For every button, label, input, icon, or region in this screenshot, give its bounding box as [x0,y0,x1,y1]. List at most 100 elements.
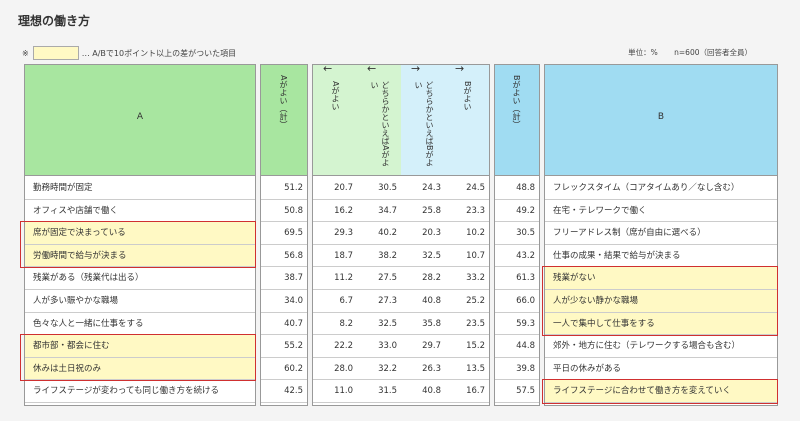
value-a-total: 60.2 [261,358,307,381]
value-cell: 22.2 [313,335,357,358]
value-cell: 6.7 [313,290,357,313]
value-cell: 25.2 [445,290,489,313]
value-cell: 29.7 [401,335,445,358]
value-cell: 34.7 [357,200,401,223]
units-note: 単位：% n=600（回答者全員） [614,47,752,58]
value-cell: 24.5 [445,177,489,200]
row-label-b: 郊外・地方に住む（テレワークする場合も含む） [545,335,777,358]
value-cell: 40.8 [401,380,445,403]
value-cell: 40.8 [401,290,445,313]
value-a-total: 55.2 [261,335,307,358]
header-a-label: A [136,112,144,122]
legend-prefix: ※ [22,48,29,58]
arrow-left-icon: ← [367,62,377,75]
value-cell: 33.0 [357,335,401,358]
chart-title: 理想の働き方 [18,14,91,28]
value-cell: 28.0 [313,358,357,381]
sample-size: n=600（回答者全員） [674,48,752,57]
header-a-total-text: Aがよい（計） [279,75,288,129]
header-col-b: → Bがよい [445,62,489,175]
legend-highlight-swatch [32,46,79,60]
row-label-a: 勤務時間が固定 [25,177,255,200]
header-col-lean-a: ← どちらかといえばAがよい [357,62,401,175]
value-b-total: 59.3 [495,313,539,336]
column-a: A 勤務時間が固定 オフィスや店舗で働く 席が固定で決まっている 労働時間で給与が決ま… [24,64,256,406]
header-middle: ← Aがよい ← どちらかといえばAがよい → どちらかといえばBがよい → B… [313,62,489,176]
header-a: A [25,65,255,176]
value-a-total: 56.8 [261,245,307,268]
value-cell: 33.2 [445,267,489,290]
legend-text: … A/Bで10ポイント以上の差がついた項目 [81,48,237,58]
value-cell: 23.3 [445,200,489,223]
value-cell: 40.2 [357,222,401,245]
unit-label: 単位：% [628,48,658,57]
arrow-right-icon: → [455,62,465,75]
row-label-a: 席が固定で決まっている [25,222,255,245]
header-col-b-text: Bがよい [463,81,472,111]
column-a-total: Aがよい（計） 51.2 50.8 69.5 56.8 38.7 34.0 40.7 55.2… [260,64,308,406]
row-label-b: 平日の休みがある [545,358,777,381]
value-a-total: 38.7 [261,267,307,290]
value-cell: 16.7 [445,380,489,403]
value-a-total: 69.5 [261,222,307,245]
row-label-b: フレックスタイム（コアタイムあり／なし含む） [545,177,777,200]
row-label-b: 仕事の成果・結果で給与が決まる [545,245,777,268]
header-b-total-text: Bがよい（計） [512,75,521,129]
value-b-total: 66.0 [495,290,539,313]
header-a-total: Aがよい（計） [261,65,307,176]
row-label-b: フリーアドレス制（席が自由に選べる） [545,222,777,245]
value-cell: 20.7 [313,177,357,200]
column-b-total: Bがよい（計） 48.8 49.2 30.5 43.2 61.3 66.0 59.3 44.8… [494,64,540,406]
header-b: B [545,65,777,176]
value-b-total: 30.5 [495,222,539,245]
value-cell: 32.2 [357,358,401,381]
header-col-lean-b: → どちらかといえばBがよい [401,62,445,175]
value-cell: 20.3 [401,222,445,245]
value-cell: 29.3 [313,222,357,245]
arrow-right-icon: → [411,62,421,75]
row-label-a: 都市部・都会に住む [25,335,255,358]
value-cell: 8.2 [313,313,357,336]
value-a-total: 40.7 [261,313,307,336]
row-label-a: 色々な人と一緒に仕事をする [25,313,255,336]
value-cell: 30.5 [357,177,401,200]
value-a-total: 34.0 [261,290,307,313]
value-b-total: 39.8 [495,358,539,381]
value-b-total: 49.2 [495,200,539,223]
value-cell: 13.5 [445,358,489,381]
row-label-a: 人が多い賑やかな職場 [25,290,255,313]
value-cell: 10.2 [445,222,489,245]
value-cell: 32.5 [357,313,401,336]
value-cell: 24.3 [401,177,445,200]
row-label-b: 残業がない [545,267,777,290]
header-col-a: ← Aがよい [313,62,357,175]
value-a-total: 50.8 [261,200,307,223]
row-label-a: オフィスや店舗で働く [25,200,255,223]
header-col-a-text: Aがよい [331,81,340,111]
header-col-lean-a-text: どちらかといえばAがよい [370,81,390,167]
row-label-a: 労働時間で給与が決まる [25,244,255,268]
row-label-b: 在宅・テレワークで働く [545,200,777,223]
header-col-lean-b-text: どちらかといえばBがよい [414,81,434,167]
row-label-a: 残業がある（残業代は出る） [25,267,255,290]
value-cell: 25.8 [401,200,445,223]
header-b-label: B [657,112,665,122]
column-b: B フレックスタイム（コアタイムあり／なし含む） 在宅・テレワークで働く フリーアド… [544,64,778,406]
row-label-a: 休みは土日祝のみ [25,357,255,381]
row-label-b: 一人で集中して仕事をする [545,312,777,336]
column-middle: ← Aがよい ← どちらかといえばAがよい → どちらかといえばBがよい → B… [312,62,490,406]
value-a-total: 51.2 [261,177,307,200]
value-a-total: 42.5 [261,380,307,403]
value-cell: 26.3 [401,358,445,381]
row-label-b: ライフステージに合わせて働き方を変えていく [545,380,777,403]
legend: ※ … A/Bで10ポイント以上の差がついた項目 [22,46,236,60]
value-cell: 27.5 [357,267,401,290]
value-b-total: 44.8 [495,335,539,358]
row-label-b: 人が少ない静かな職場 [545,290,777,313]
arrow-left-icon: ← [323,62,333,75]
value-cell: 23.5 [445,313,489,336]
header-b-total: Bがよい（計） [495,65,539,176]
value-cell: 11.2 [313,267,357,290]
value-cell: 18.7 [313,245,357,268]
value-cell: 27.3 [357,290,401,313]
